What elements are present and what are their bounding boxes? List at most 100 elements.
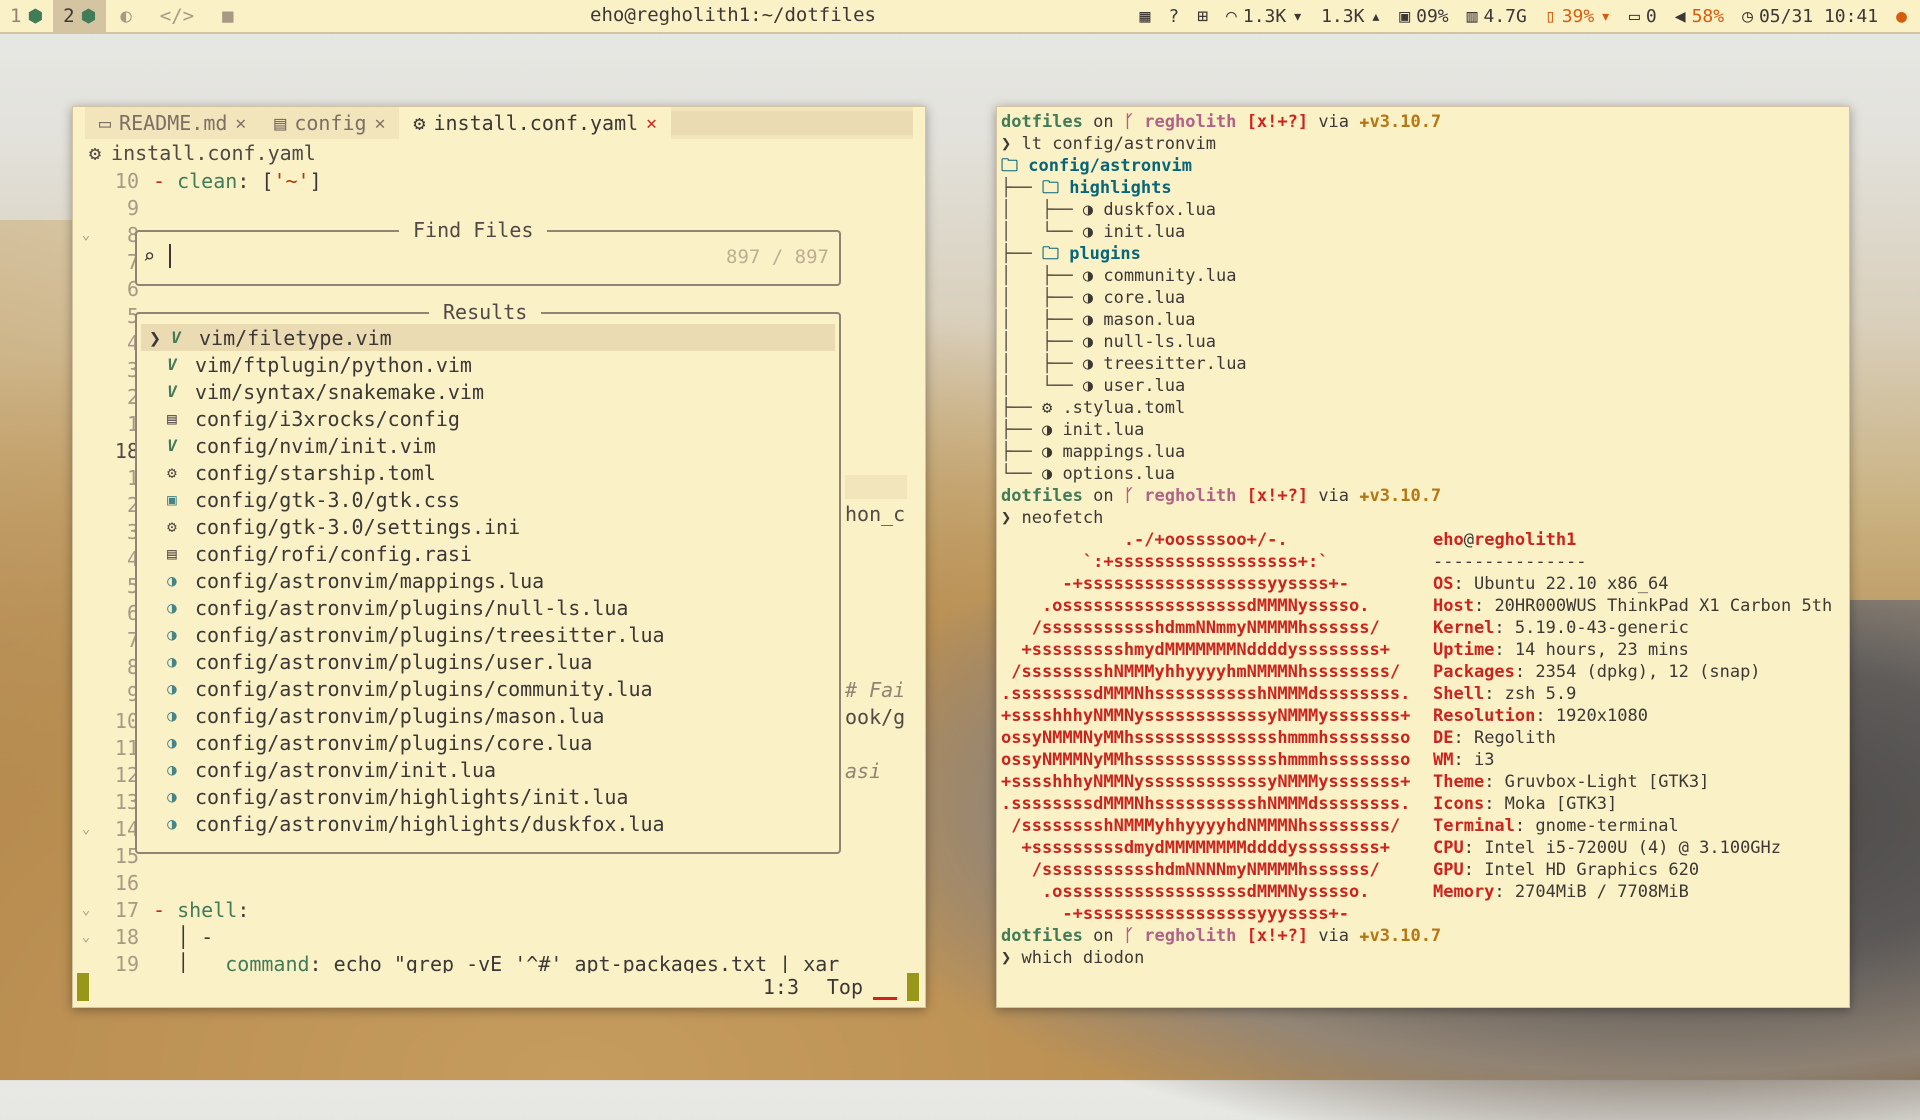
result-item[interactable]: ❯ Vvim/filetype.vim [141, 324, 835, 351]
tree-name: highlights [1069, 178, 1172, 198]
result-item[interactable]: Vvim/syntax/snakemake.vim [137, 378, 839, 405]
cpu-status[interactable]: ▣ 09% [1390, 6, 1457, 27]
result-item[interactable]: ◑ config/astronvim/init.lua [137, 756, 839, 783]
memory-status[interactable]: ▥ 4.7G [1458, 6, 1536, 27]
result-item[interactable]: ▣ config/gtk-3.0/gtk.css [137, 486, 839, 513]
result-item[interactable]: ◑ config/astronvim/highlights/init.lua [137, 783, 839, 810]
tab-label: config [294, 111, 367, 135]
close-icon[interactable]: ✕ [375, 113, 386, 134]
status-indicators: ▦ ? ⊞ ◠ 1.3K ▾ 1.3K ▴ ▣ 09% ▥ 4.7G ▯ 39% ▾ ▭ 0 ◀… [1131, 0, 1917, 32]
neofetch-user: eho [1433, 530, 1464, 550]
ascii-art-line: /sssssssshNMMMyhhyyyyhdNMMMNhssssssss/ [1001, 816, 1401, 836]
buffer-text: hon_c [845, 502, 906, 526]
yaml-key: shell [177, 897, 238, 922]
lua-icon: ◑ [1041, 420, 1063, 440]
volume-value: 58% [1691, 5, 1725, 27]
tab-readme[interactable]: ▭ README.md ✕ [85, 107, 260, 139]
tree-name: init.lua [1103, 222, 1186, 242]
yaml-dash: - [153, 168, 178, 193]
result-item[interactable]: ◑ config/astronvim/mappings.lua [137, 567, 839, 594]
tree-name: .stylua.toml [1062, 398, 1186, 418]
terminal-window[interactable]: dotfiles on ᚴ regholith [x!+?] via ✚v3.1… [996, 106, 1850, 1008]
result-item[interactable]: ◑ config/astronvim/plugins/core.lua [137, 729, 839, 756]
tab-config[interactable]: ▤ config ✕ [260, 107, 399, 139]
tab-install-conf[interactable]: ⚙ install.conf.yaml ✕ [399, 107, 671, 139]
battery-status[interactable]: ▯ 39% ▾ [1536, 6, 1620, 27]
prompt-dir: dotfiles [1001, 112, 1083, 132]
fold-chevron-icon[interactable]: ⌄ [73, 821, 99, 837]
result-item[interactable]: ◑ config/astronvim/plugins/community.lua [137, 675, 839, 702]
notification-status[interactable]: ▭ 0 [1620, 6, 1666, 27]
volume-status[interactable]: ◀ 58% [1666, 6, 1733, 27]
ascii-art-line: /sssssssshNMMMyhhyyyyhmNMMMNhssssssss/ [1001, 662, 1401, 682]
find-files-prompt[interactable]: Find Files ⌕ 897 / 897 [135, 218, 841, 286]
tree-item: │ ├── ◑ community.lua [1001, 265, 1841, 287]
result-path: config/gtk-3.0/settings.ini [195, 514, 521, 539]
tree-item: │ ├── ◑ null-ls.lua [1001, 331, 1841, 353]
scroll-bar-indicator [873, 997, 897, 1000]
result-count: 897 / 897 [726, 246, 829, 268]
line-number: 16 [114, 870, 139, 895]
result-item[interactable]: ◑ config/astronvim/plugins/user.lua [137, 648, 839, 675]
lua-icon: ◑ [167, 571, 177, 590]
net-down: 1.3K [1242, 5, 1287, 27]
close-icon[interactable]: ✕ [646, 113, 657, 134]
clock[interactable]: ◷ 05/31 10:41 [1733, 6, 1887, 27]
pufferfish-icon[interactable]: ● [1887, 6, 1916, 27]
result-item[interactable]: ⚙ config/gtk-3.0/settings.ini [137, 513, 839, 540]
info-value: i3 [1473, 750, 1495, 770]
fold-chevron-icon[interactable]: ⌄ [73, 902, 99, 918]
result-item[interactable]: ◑ config/astronvim/plugins/treesitter.lua [137, 621, 839, 648]
result-item[interactable]: ◑ config/astronvim/plugins/mason.lua [137, 702, 839, 729]
result-item[interactable]: Vconfig/nvim/init.vim [137, 432, 839, 459]
ascii-art-line: ossyNMMMNyMMhsssssssssssssshmmmhssssssso [1001, 750, 1411, 770]
breadcrumb-file: install.conf.yaml [111, 141, 316, 165]
result-item[interactable]: ⚙ config/starship.toml [137, 459, 839, 486]
neofetch-host: regholith1 [1473, 530, 1577, 550]
result-item[interactable]: ▤ config/i3xrocks/config [137, 405, 839, 432]
workspace-2[interactable]: 2 ⬢ [53, 0, 107, 32]
tree-item: │ └── ◑ init.lua [1001, 221, 1841, 243]
ascii-art-line: +sssssssssdmydMMMMMMMMddddyssssssss+ [1001, 838, 1390, 858]
code-icon[interactable]: </> [146, 5, 208, 27]
lua-icon: ◑ [1082, 222, 1104, 242]
info-value: Intel HD Graphics 620 [1484, 860, 1700, 880]
neofetch-block: .-/+oossssoo+/-. `:+ssssssssssssssssss+:… [1001, 529, 1841, 925]
info-value: Gruvbox-Light [GTK3] [1504, 772, 1710, 792]
network-status[interactable]: ◠ 1.3K ▾ [1217, 6, 1312, 27]
command-text: neofetch [1021, 508, 1104, 528]
result-path: config/astronvim/highlights/duskfox.lua [195, 811, 665, 836]
browser-icon[interactable]: ◐ [106, 5, 145, 27]
result-item[interactable]: ◑ config/astronvim/plugins/null-ls.lua [137, 594, 839, 621]
fold-chevron-icon[interactable]: ⌄ [73, 227, 99, 243]
vim-icon: V [167, 436, 177, 455]
tree-name: community.lua [1103, 266, 1237, 286]
lua-icon: ◑ [1082, 200, 1104, 220]
cpu-icon: ▣ [1399, 5, 1411, 27]
fold-chevron-icon[interactable]: ⌄ [73, 929, 99, 945]
camera-icon[interactable]: ■ [208, 5, 247, 27]
tree-branch: ├── [1001, 420, 1042, 440]
apps-grid-icon[interactable]: ▦ [1131, 6, 1160, 27]
close-icon[interactable]: ✕ [235, 113, 246, 134]
info-colon: : [1463, 838, 1485, 858]
result-item[interactable]: ◑ config/astronvim/highlights/duskfox.lua [137, 810, 839, 837]
ascii-art-line: -+ssssssssssssssssssyyssss+- [1001, 574, 1349, 594]
result-item[interactable]: Vvim/ftplugin/python.vim [137, 351, 839, 378]
result-path: config/astronvim/init.lua [195, 757, 497, 782]
result-item[interactable]: ▤ config/rofi/config.rasi [137, 540, 839, 567]
info-colon: : [1484, 794, 1505, 814]
tree-name: treesitter.lua [1103, 354, 1247, 374]
workspace-1[interactable]: 1 ⬢ [0, 0, 53, 32]
search-input[interactable] [169, 244, 171, 268]
info-key: CPU [1433, 838, 1464, 858]
add-icon[interactable]: ⊞ [1188, 6, 1217, 27]
help-icon[interactable]: ? [1159, 6, 1188, 27]
info-key: Shell [1433, 684, 1485, 704]
info-line: WM: i3 [1433, 749, 1832, 771]
top-bar: 1 ⬢ 2 ⬢ ◐ </> ■ eho@regholith1:~/dotfiles … [0, 0, 1920, 34]
prompt-dir: dotfiles [1001, 486, 1083, 506]
result-path: config/rofi/config.rasi [195, 541, 472, 566]
